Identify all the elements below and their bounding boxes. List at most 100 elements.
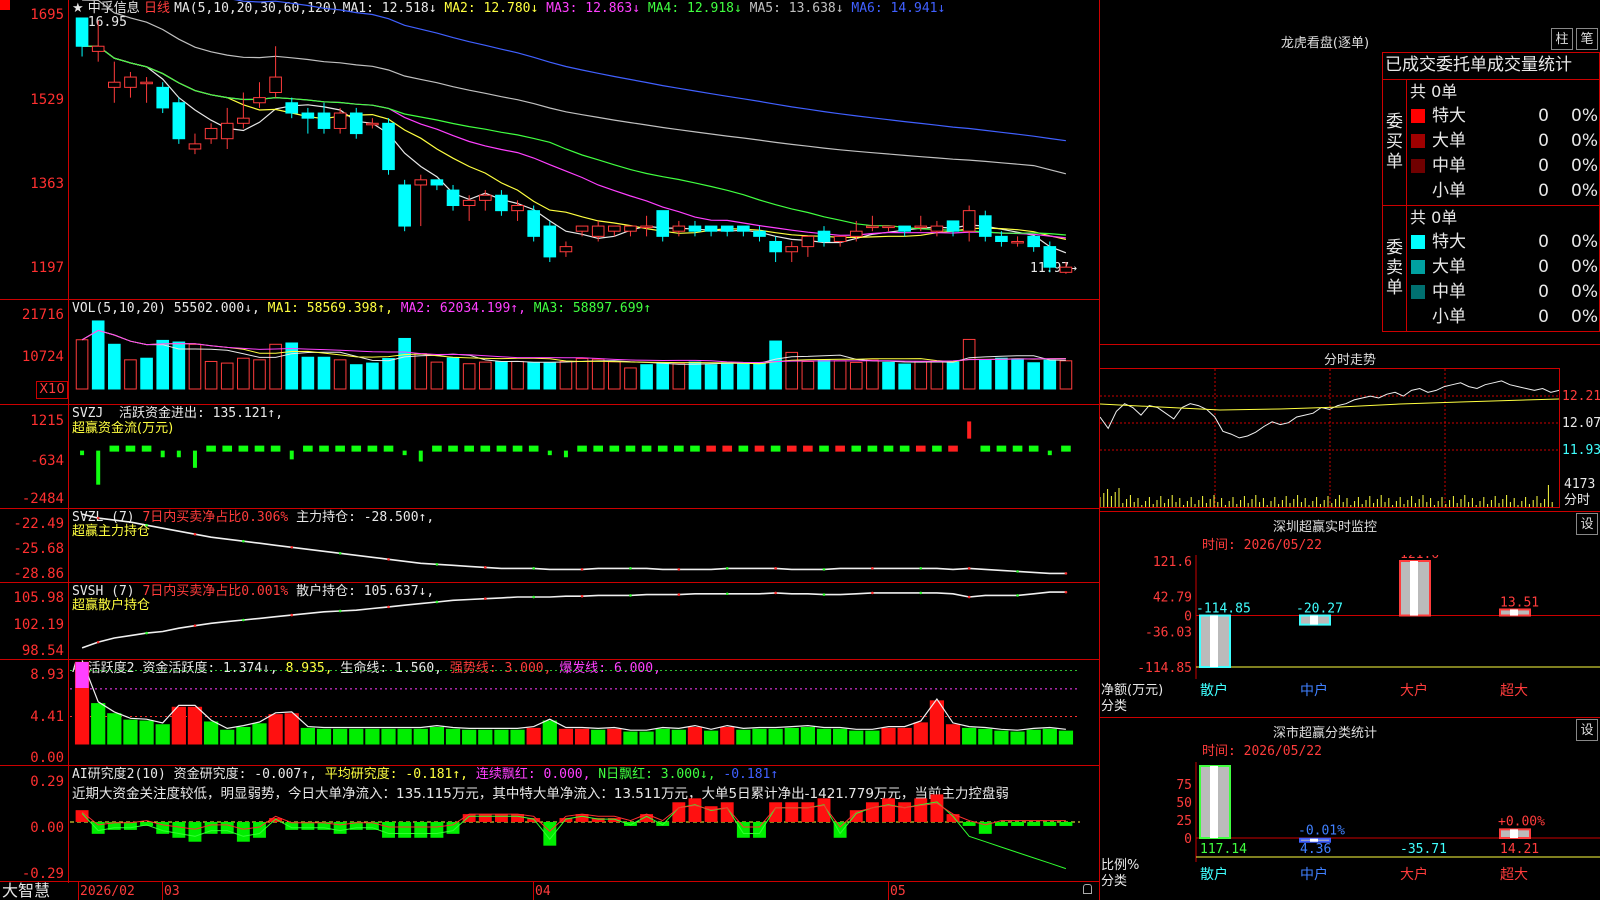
indicator-bar [204, 360, 218, 390]
indicator-bar [704, 364, 718, 390]
candle-body [575, 225, 589, 232]
fund-flow-bar [754, 445, 765, 452]
candle-body [511, 205, 524, 212]
fund-flow-bar [786, 445, 797, 452]
indicator-bar [349, 728, 364, 745]
order-swatch [1411, 159, 1425, 173]
research-bar [414, 822, 428, 838]
tick-mode-button[interactable]: 笔 [1576, 28, 1598, 50]
position-dot [242, 539, 245, 543]
order-type-label: 小单 [1432, 181, 1466, 201]
indicator-bar [1059, 360, 1073, 390]
indicator-bar [478, 361, 492, 390]
fund-flow-bar [674, 445, 684, 452]
lock-icon[interactable] [1083, 884, 1092, 894]
candle-body [688, 225, 702, 232]
svsh-tick: 102.19 [13, 617, 64, 633]
ma-line-4 [82, 45, 1066, 236]
research-bar [882, 798, 895, 822]
candle-body [172, 102, 186, 140]
svzl-tick: -25.68 [13, 541, 64, 557]
dragon-table-header: 已成交委托单成交量统计 [1385, 55, 1572, 75]
research-bar [188, 822, 202, 842]
ai-active-tick: 0.00 [30, 750, 64, 766]
research-bar [91, 822, 105, 834]
indicator-bar [849, 361, 863, 390]
candle-body [527, 210, 540, 237]
vol-unit-badge[interactable]: X10 [36, 381, 68, 399]
fund-flow-bar [160, 450, 165, 458]
research-bar [478, 814, 492, 822]
indicator-bar [898, 363, 911, 390]
fund-flow-bar [496, 445, 507, 452]
candle-body [108, 81, 121, 88]
indicator-bar [220, 362, 234, 390]
date-label: 03 [164, 884, 180, 899]
indicator-bar [558, 728, 574, 745]
candle-body [672, 225, 686, 232]
ai-research-tick: 0.29 [30, 774, 64, 790]
candle-body [91, 45, 105, 52]
indicator-bar [866, 359, 879, 390]
position-dot [677, 568, 681, 571]
position-dot [1064, 590, 1068, 594]
burst-bar-top [75, 662, 89, 688]
indicator-bar [462, 363, 476, 390]
order-count: 0 [1538, 106, 1549, 126]
fund-flow-bar [96, 450, 101, 485]
ai-active-tick: 8.93 [30, 667, 64, 683]
order-count: 0 [1538, 307, 1549, 327]
indicator-bar [816, 728, 832, 745]
bar-mode-button[interactable]: 柱 [1551, 28, 1573, 50]
candle-body [317, 112, 331, 129]
monitor-category-label: 大户 [1400, 682, 1428, 699]
indicator-bar [671, 729, 686, 745]
fund-flow-bar [609, 445, 620, 452]
candle-body [478, 194, 492, 201]
price-tick: 1363 [30, 176, 64, 192]
indicator-bar [140, 357, 153, 390]
fund-flow-bar [770, 445, 781, 452]
order-count: 0 [1538, 257, 1549, 277]
indicator-bar [188, 343, 202, 390]
indicator-bar [720, 362, 734, 390]
fund-flow-bar [547, 450, 552, 456]
fund-flow-bar [593, 445, 603, 452]
research-bar [817, 798, 831, 822]
position-dot [725, 592, 729, 596]
fund-flow-bar [402, 450, 407, 456]
sz-category-settings-button[interactable]: 设 [1576, 719, 1598, 741]
position-dot [677, 593, 681, 596]
brand-label[interactable]: 大智慧 [2, 882, 50, 900]
indicator-bar [75, 339, 89, 390]
position-dot [532, 567, 535, 570]
divider [1382, 205, 1600, 206]
category-label: 超大 [1500, 867, 1528, 883]
order-count: 0 [1538, 232, 1549, 252]
category-label: 散户 [1200, 866, 1228, 883]
intraday-chart[interactable] [1100, 369, 1559, 507]
monitor-bar-highlight [1310, 615, 1318, 625]
candlestick-chart[interactable] [70, 0, 1098, 298]
order-count: 0 [1538, 181, 1549, 201]
position-dot [629, 594, 632, 597]
vol-tick: 10724 [21, 349, 64, 365]
candle-body [978, 215, 992, 237]
indicator-bar [187, 706, 203, 745]
indicator-bar [203, 721, 219, 745]
indicator-bar [526, 727, 541, 745]
fund-flow-bar [192, 450, 197, 468]
sz-monitor-settings-button[interactable]: 设 [1576, 513, 1598, 535]
indicator-bar [769, 340, 782, 390]
position-dot [145, 523, 148, 527]
intraday-tick: 12.21 [1562, 389, 1600, 404]
research-bar [511, 814, 524, 822]
fund-flow-bar [383, 445, 394, 452]
indicator-bar [269, 343, 282, 390]
candle-body [140, 81, 153, 85]
intraday-vol: 4173 [1564, 477, 1596, 492]
order-type-label: 大单 [1432, 131, 1466, 151]
indicator-bar [929, 700, 945, 745]
candle-body [333, 112, 347, 129]
fund-flow-bar [367, 445, 378, 452]
